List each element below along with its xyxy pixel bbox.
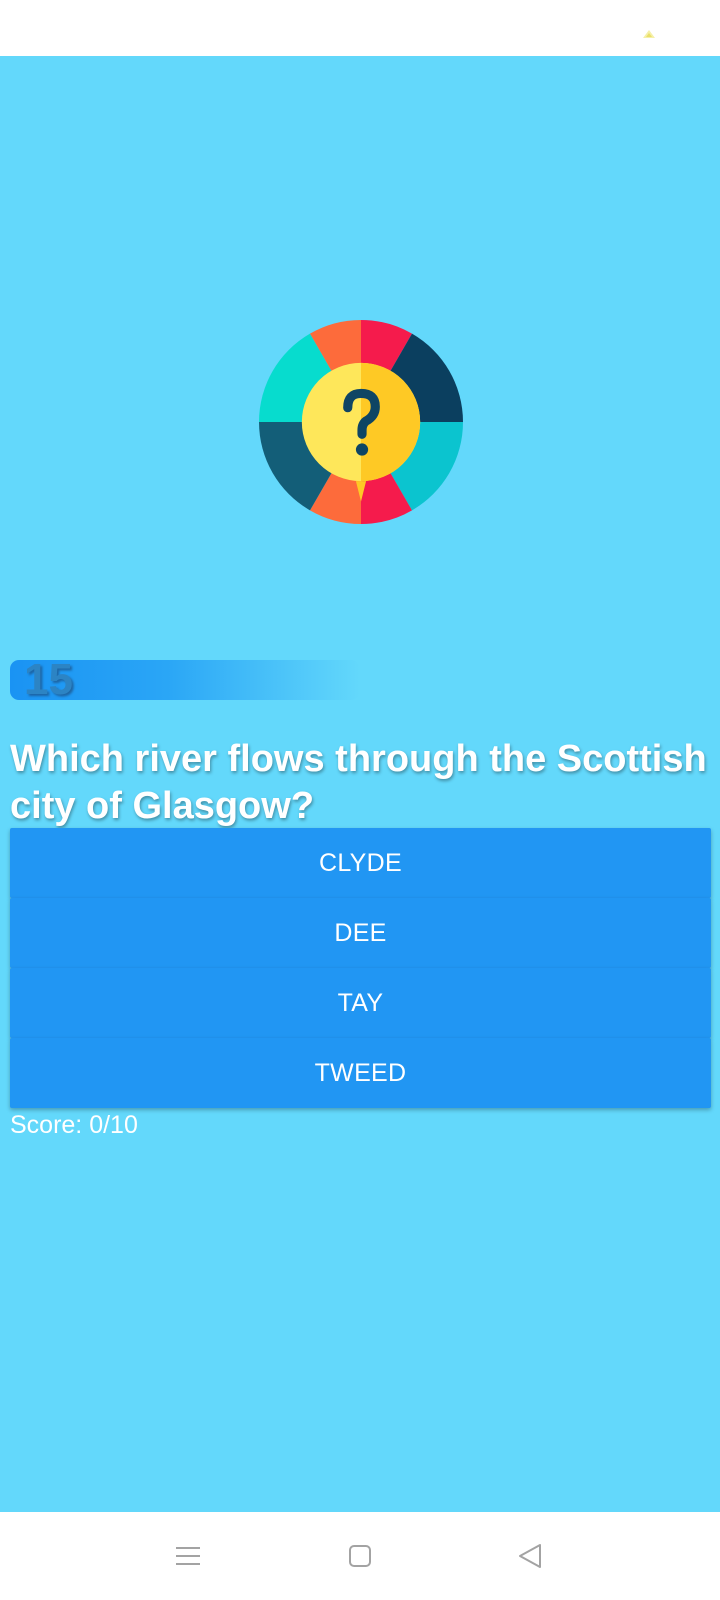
navigation-bar — [0, 1512, 720, 1600]
question-text: Which river flows through the Scottish c… — [10, 738, 707, 827]
question-wheel-icon — [259, 320, 463, 524]
answer-button-clyde[interactable]: CLYDE — [10, 828, 711, 898]
timer-bar: 15 — [10, 655, 360, 704]
status-bar — [0, 0, 720, 56]
back-icon[interactable] — [514, 1540, 546, 1572]
home-icon[interactable] — [344, 1540, 376, 1572]
score-text: Score: 0/10 — [10, 1111, 138, 1139]
quiz-screen: 15 Which river flows through the Scottis… — [0, 56, 720, 1512]
timer-value: 15 — [24, 655, 73, 704]
answer-button-tay[interactable]: TAY — [10, 968, 711, 1038]
menu-icon[interactable] — [172, 1540, 204, 1572]
answer-button-tweed[interactable]: TWEED — [10, 1038, 711, 1108]
answer-button-dee[interactable]: DEE — [10, 898, 711, 968]
answer-list: CLYDE DEE TAY TWEED — [10, 828, 711, 1108]
battery-saver-icon — [643, 30, 655, 38]
